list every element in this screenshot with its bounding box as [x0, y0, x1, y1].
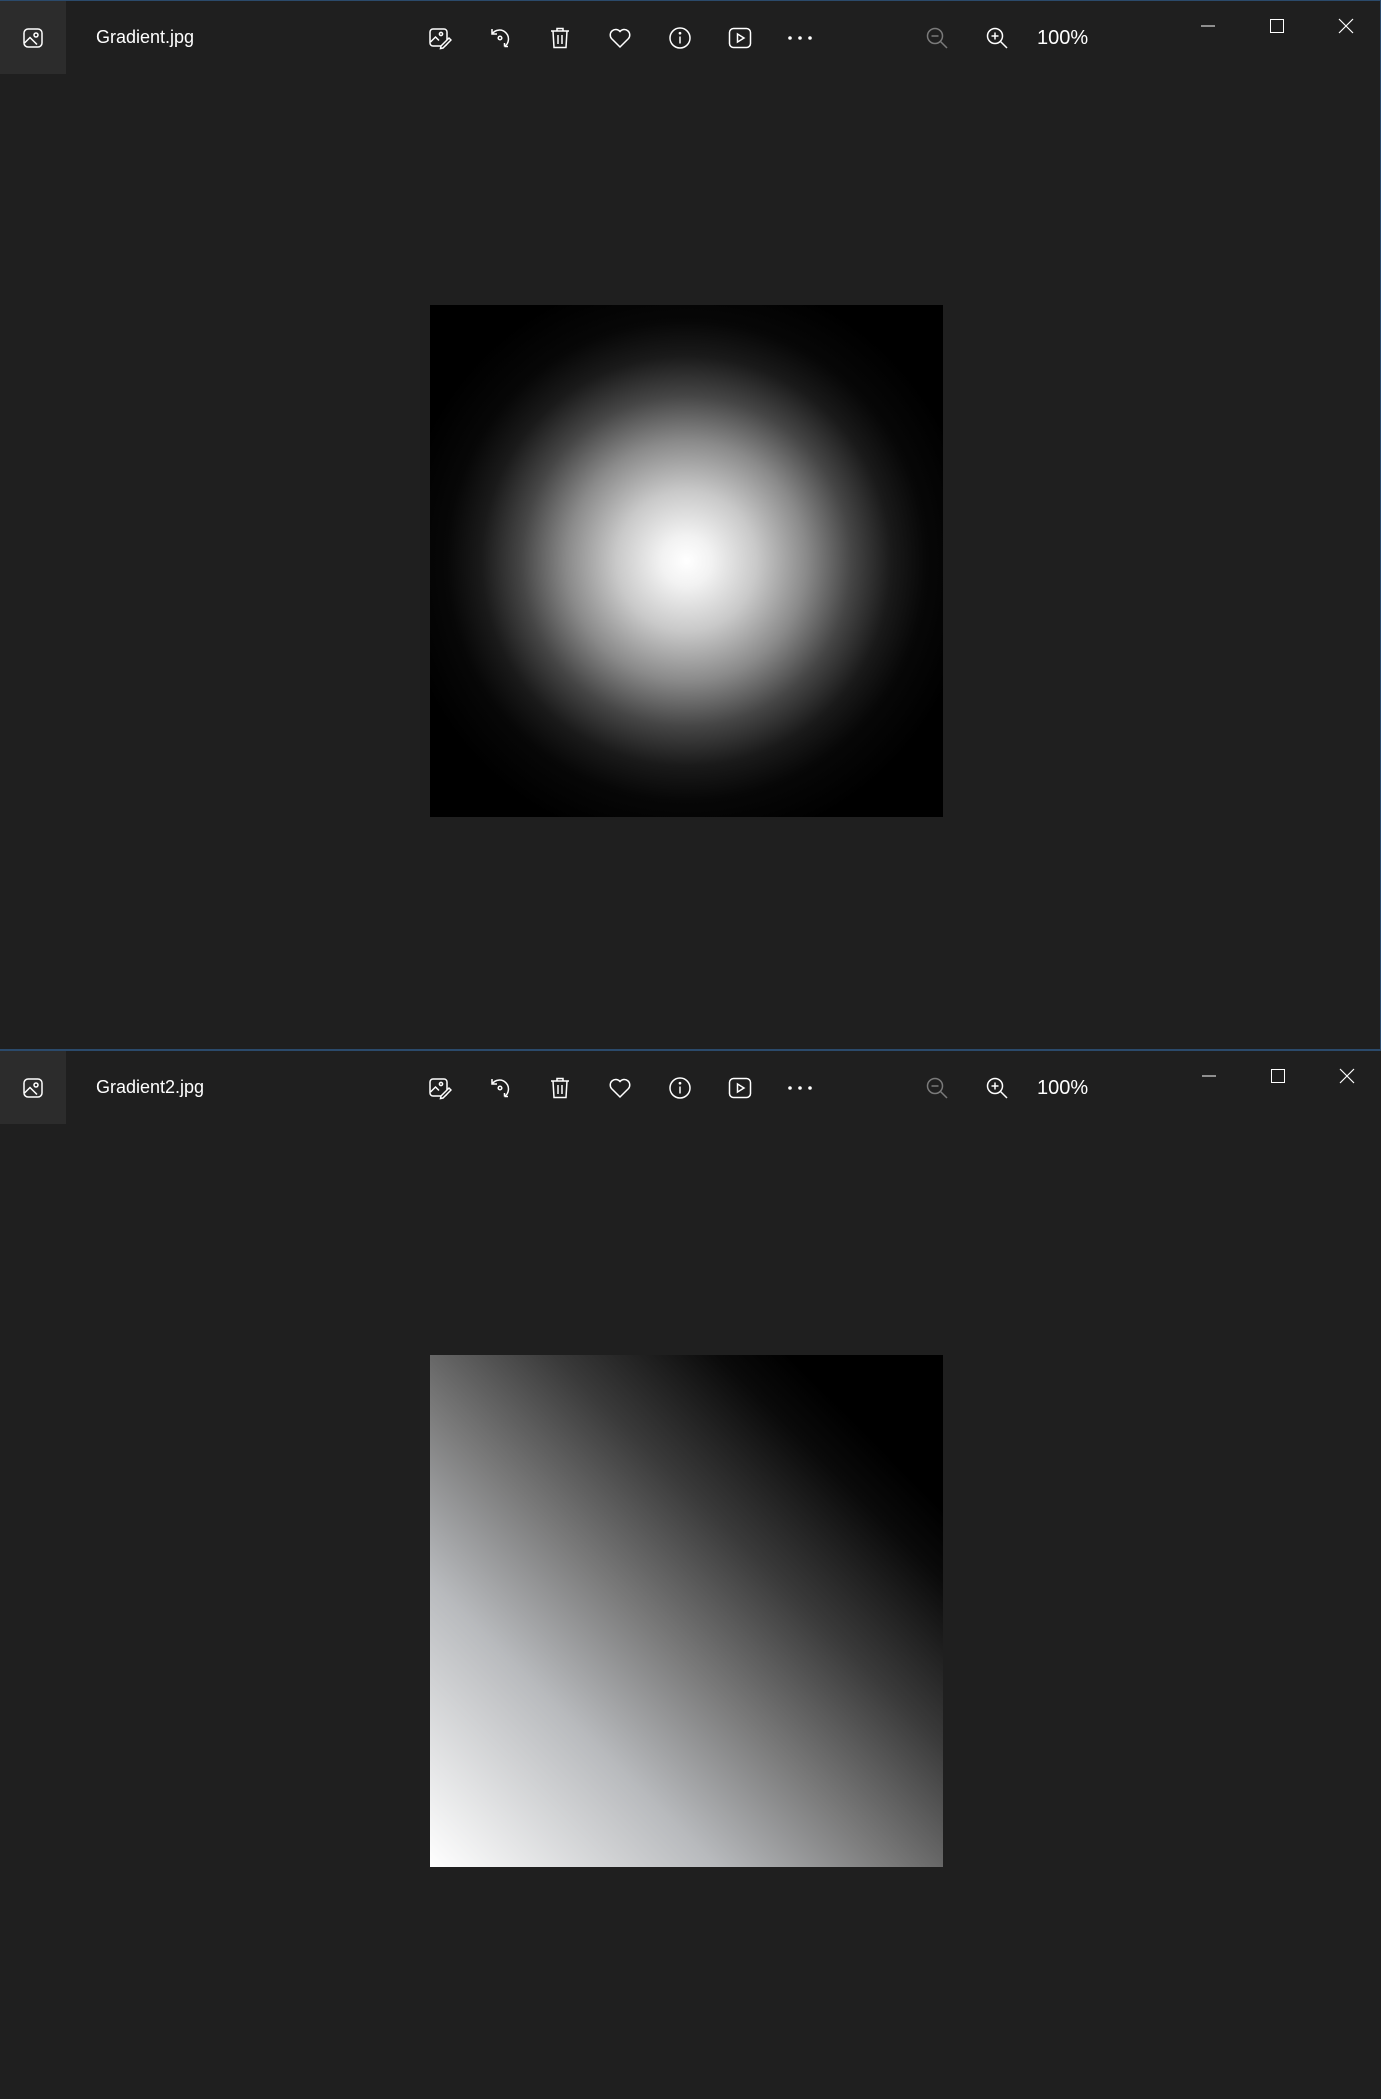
rotate-icon [488, 1076, 512, 1100]
app-icon-button[interactable] [0, 1051, 66, 1124]
slideshow-button[interactable] [710, 1065, 770, 1111]
zoom-in-button[interactable] [967, 1065, 1027, 1111]
delete-icon [548, 26, 572, 50]
more-icon [786, 1084, 814, 1092]
maximize-button[interactable] [1243, 1051, 1312, 1101]
delete-button[interactable] [530, 1065, 590, 1111]
zoom-in-icon [985, 26, 1009, 50]
minimize-button[interactable] [1173, 1, 1242, 51]
photo-viewer-window-2: Gradient2.jpg 100% [0, 1049, 1381, 2099]
photo-viewer-window-1: Gradient.jpg 100% [0, 0, 1381, 1049]
slideshow-icon [728, 26, 752, 50]
zoom-out-button[interactable] [907, 15, 967, 61]
zoom-in-button[interactable] [967, 15, 1027, 61]
zoom-level[interactable]: 100% [1037, 1065, 1088, 1111]
image-canvas[interactable] [430, 305, 943, 817]
more-icon [786, 34, 814, 42]
zoom-controls: 100% [907, 1065, 1088, 1111]
delete-button[interactable] [530, 15, 590, 61]
window-controls [1173, 1, 1380, 51]
close-icon [1338, 18, 1354, 34]
more-button[interactable] [770, 1065, 830, 1111]
zoom-level[interactable]: 100% [1037, 15, 1088, 61]
photos-app-icon [22, 1077, 44, 1099]
zoom-in-icon [985, 1076, 1009, 1100]
window-controls [1174, 1051, 1381, 1101]
file-name: Gradient2.jpg [96, 1077, 205, 1097]
info-button[interactable] [650, 1065, 710, 1111]
slideshow-icon [728, 1076, 752, 1100]
favorite-icon [608, 1076, 632, 1100]
title-bar[interactable]: Gradient2.jpg 100% [0, 1051, 1381, 1125]
file-name: Gradient.jpg [96, 27, 195, 47]
minimize-button[interactable] [1174, 1051, 1243, 1101]
toolbar [410, 15, 830, 61]
toolbar [410, 1065, 830, 1111]
rotate-button[interactable] [470, 1065, 530, 1111]
app-icon-button[interactable] [0, 1, 66, 74]
maximize-icon [1269, 18, 1285, 34]
minimize-icon [1201, 1068, 1217, 1084]
photos-app-icon [22, 27, 44, 49]
zoom-out-icon [925, 1076, 949, 1100]
maximize-button[interactable] [1242, 1, 1311, 51]
favorite-button[interactable] [590, 15, 650, 61]
zoom-out-icon [925, 26, 949, 50]
delete-icon [548, 1076, 572, 1100]
info-icon [668, 26, 692, 50]
more-button[interactable] [770, 15, 830, 61]
info-button[interactable] [650, 15, 710, 61]
close-button[interactable] [1312, 1051, 1381, 1101]
maximize-icon [1270, 1068, 1286, 1084]
zoom-controls: 100% [907, 15, 1088, 61]
close-icon [1339, 1068, 1355, 1084]
favorite-icon [608, 26, 632, 50]
slideshow-button[interactable] [710, 15, 770, 61]
info-icon [668, 1076, 692, 1100]
edit-image-icon [428, 26, 452, 50]
edit-image-button[interactable] [410, 15, 470, 61]
rotate-icon [488, 26, 512, 50]
favorite-button[interactable] [590, 1065, 650, 1111]
edit-image-icon [428, 1076, 452, 1100]
zoom-out-button[interactable] [907, 1065, 967, 1111]
minimize-icon [1200, 18, 1216, 34]
edit-image-button[interactable] [410, 1065, 470, 1111]
image-canvas[interactable] [430, 1355, 943, 1867]
title-bar[interactable]: Gradient.jpg 100% [0, 1, 1380, 75]
close-button[interactable] [1311, 1, 1380, 51]
rotate-button[interactable] [470, 15, 530, 61]
